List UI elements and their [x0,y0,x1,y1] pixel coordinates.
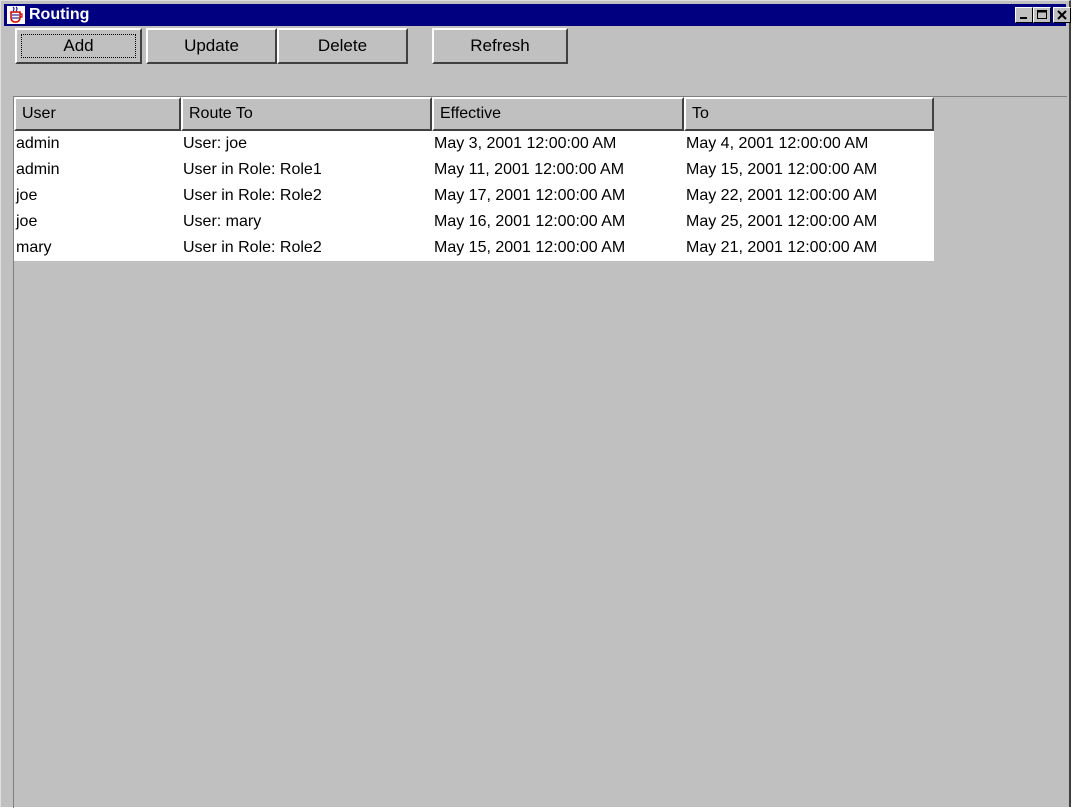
table-row[interactable]: admin User: joe May 3, 2001 12:00:00 AM … [14,131,934,157]
cell-to: May 25, 2001 12:00:00 AM [686,213,878,230]
cell-to: May 21, 2001 12:00:00 AM [686,239,878,256]
maximize-icon [1037,10,1047,19]
cell-user: mary [16,239,52,256]
update-button[interactable]: Update [146,28,277,64]
refresh-button[interactable]: Refresh [432,28,568,64]
add-button[interactable]: Add [15,28,142,64]
window-title: Routing [29,6,90,23]
column-header-to[interactable]: To [684,97,934,131]
cell-to: May 22, 2001 12:00:00 AM [686,187,878,204]
minimize-icon [1020,17,1027,19]
table-row[interactable]: joe User in Role: Role2 May 17, 2001 12:… [14,183,934,209]
cell-effective: May 15, 2001 12:00:00 AM [434,239,626,256]
cell-to: May 15, 2001 12:00:00 AM [686,161,878,178]
java-cup-icon [7,6,25,24]
cell-effective: May 16, 2001 12:00:00 AM [434,213,626,230]
cell-user: joe [16,213,38,230]
routing-table: User Route To Effective To admin User: j… [14,97,934,261]
table-row[interactable]: joe User: mary May 16, 2001 12:00:00 AM … [14,209,934,235]
table-row[interactable]: admin User in Role: Role1 May 11, 2001 1… [14,157,934,183]
cell-route-to: User in Role: Role1 [183,161,322,178]
close-button[interactable] [1053,7,1071,23]
table-body: admin User: joe May 3, 2001 12:00:00 AM … [14,131,934,261]
cell-effective: May 17, 2001 12:00:00 AM [434,187,626,204]
delete-button-label: Delete [317,36,368,55]
cell-user: admin [16,135,60,152]
cell-route-to: User in Role: Role2 [183,187,322,204]
cell-route-to: User: mary [183,213,262,230]
minimize-button[interactable] [1015,7,1033,23]
close-icon [1057,10,1067,20]
cell-effective: May 3, 2001 12:00:00 AM [434,135,617,152]
cell-route-to: User: joe [183,135,248,152]
maximize-button[interactable] [1033,7,1051,23]
refresh-button-label: Refresh [470,36,530,55]
cell-user: admin [16,161,60,178]
column-header-user[interactable]: User [14,97,181,131]
cell-effective: May 11, 2001 12:00:00 AM [434,161,625,178]
column-header-route-to[interactable]: Route To [181,97,432,131]
update-button-label: Update [184,36,239,55]
routing-window: Routing Add Update Delete Refresh User R… [0,0,1071,808]
cell-to: May 4, 2001 12:00:00 AM [686,135,869,152]
table-row[interactable]: mary User in Role: Role2 May 15, 2001 12… [14,235,934,261]
delete-button[interactable]: Delete [277,28,408,64]
cell-route-to: User in Role: Role2 [183,239,322,256]
cell-user: joe [16,187,38,204]
column-header-effective[interactable]: Effective [432,97,684,131]
focus-ring [21,34,136,58]
title-bar[interactable]: Routing [4,4,1071,26]
table-header: User Route To Effective To [14,97,934,131]
